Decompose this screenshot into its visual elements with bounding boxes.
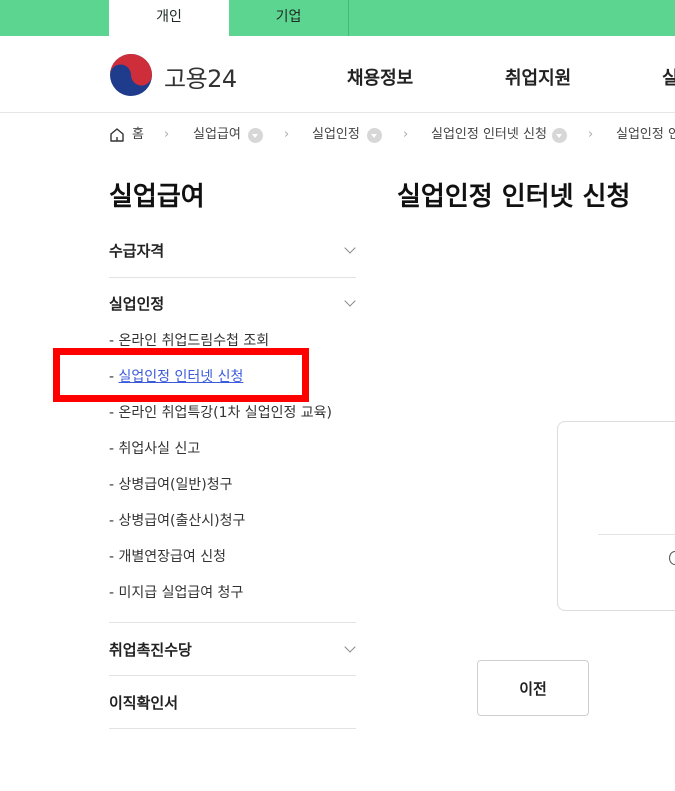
tab-personal[interactable]: 개인: [109, 0, 229, 36]
sidebar-item-online-lecture[interactable]: - 온라인 취업특강(1차 실업인정 교육): [109, 402, 332, 422]
breadcrumb-item-unemployment-benefit[interactable]: 실업급여: [193, 125, 241, 145]
sidebar-item-online-handbook[interactable]: - 온라인 취업드림수첩 조회: [109, 330, 269, 350]
sidebar-item-sickness-general[interactable]: - 상병급여(일반)청구: [109, 474, 232, 494]
sidebar-title: 실업급여: [109, 182, 205, 212]
chevron-down-icon[interactable]: [248, 128, 263, 143]
sidebar-section-reemployment-allowance[interactable]: 취업촉진수당: [109, 639, 356, 660]
sidebar-section-eligibility[interactable]: 수급자격: [109, 240, 356, 261]
sidebar-item-extended-benefit[interactable]: - 개별연장급여 신청: [109, 546, 226, 566]
breadcrumb-separator: ›: [284, 127, 290, 142]
divider: [109, 728, 356, 729]
sidebar-section-recognition[interactable]: 실업인정: [109, 293, 356, 314]
highlight-box: [53, 348, 309, 402]
divider: [109, 675, 356, 676]
sidebar-section-label: 취업촉진수당: [109, 641, 192, 659]
home-icon[interactable]: [109, 127, 125, 143]
breadcrumb-separator: ›: [403, 127, 409, 142]
breadcrumb-separator: ›: [164, 127, 170, 142]
divider: [109, 277, 356, 278]
chevron-down-icon[interactable]: [552, 128, 567, 143]
nav-employment-support[interactable]: 취업지원: [505, 64, 571, 90]
divider: [598, 534, 675, 535]
nav-job-info[interactable]: 채용정보: [347, 64, 413, 90]
nav-unemployment[interactable]: 실: [662, 64, 675, 90]
chevron-down-icon: [344, 295, 356, 307]
sidebar-item-employment-report[interactable]: - 취업사실 신고: [109, 438, 200, 458]
prev-button[interactable]: 이전: [477, 660, 589, 716]
tab-company[interactable]: 기업: [229, 0, 349, 36]
taegeuk-logo-icon[interactable]: [109, 53, 153, 97]
site-logo-text[interactable]: 고용24: [164, 59, 237, 94]
breadcrumb-item-current[interactable]: 실업인정 인: [616, 125, 675, 145]
sidebar-item-sickness-maternity[interactable]: - 상병급여(출산시)청구: [109, 510, 245, 530]
partial-icon: [669, 551, 675, 565]
content-card: [557, 421, 675, 611]
sidebar-section-label: 실업인정: [109, 295, 165, 313]
sidebar-section-separation-certificate[interactable]: 이직확인서: [109, 692, 356, 713]
breadcrumb-item-unemployment-recognition[interactable]: 실업인정: [312, 125, 360, 145]
breadcrumb-item-internet-application[interactable]: 실업인정 인터넷 신청: [431, 125, 547, 145]
sidebar-section-label: 수급자격: [109, 242, 165, 260]
chevron-down-icon: [344, 641, 356, 653]
site-header: 고용24 채용정보 취업지원 실: [0, 36, 675, 113]
page-title: 실업인정 인터넷 신청: [397, 182, 631, 212]
divider: [109, 622, 356, 623]
breadcrumb-separator: ›: [588, 127, 594, 142]
breadcrumb-home[interactable]: 홈: [132, 125, 144, 145]
chevron-down-icon: [344, 242, 356, 254]
sidebar-item-unpaid-claim[interactable]: - 미지급 실업급여 청구: [109, 582, 243, 602]
chevron-down-icon[interactable]: [367, 128, 382, 143]
top-tab-bar: 개인 기업: [0, 0, 675, 36]
sidebar-section-label: 이직확인서: [109, 694, 179, 712]
